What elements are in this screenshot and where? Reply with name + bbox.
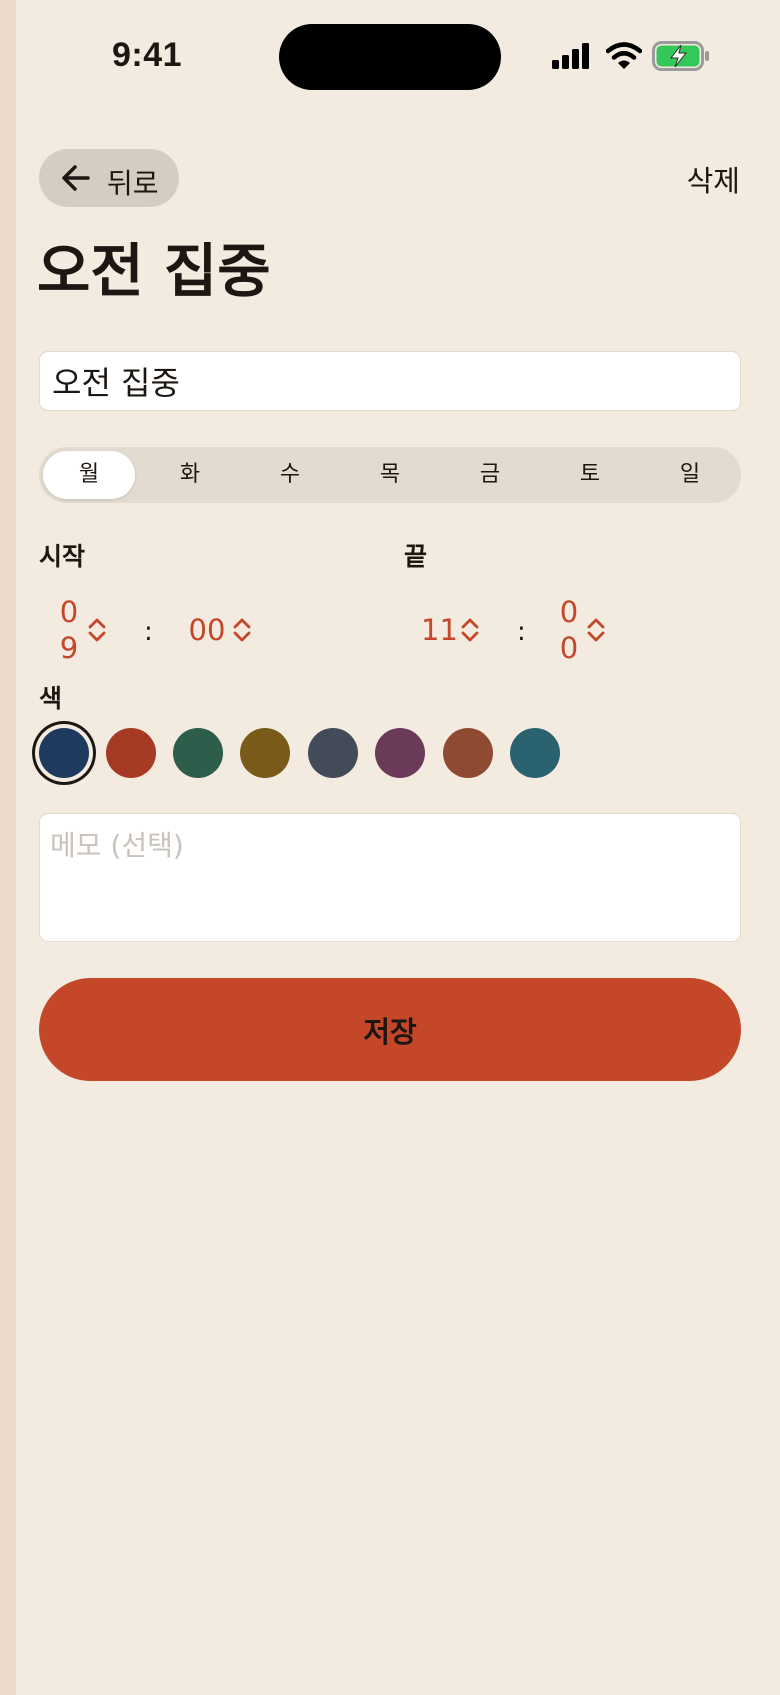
status-bar: 9:41 (0, 0, 780, 110)
color-label: 색 (39, 684, 63, 713)
color-swatch[interactable] (443, 728, 493, 778)
day-tab-wed[interactable]: 수 (244, 451, 336, 499)
color-swatch[interactable] (173, 728, 223, 778)
delete-button[interactable]: 삭제 (687, 158, 740, 200)
save-button[interactable]: 저장 (39, 978, 741, 1081)
day-tab-tue[interactable]: 화 (144, 451, 236, 499)
wifi-icon (606, 42, 642, 69)
day-tab-fri[interactable]: 금 (444, 451, 536, 499)
day-tab-thu[interactable]: 목 (344, 451, 436, 499)
day-selector: 월 화 수 목 금 토 일 (39, 447, 741, 503)
back-label: 뒤로 (107, 168, 159, 199)
chevron-up-down-icon[interactable] (232, 617, 252, 643)
start-hour-digit-bottom: 9 (59, 631, 79, 665)
signal-icon (552, 43, 589, 69)
status-time: 9:41 (112, 36, 183, 74)
battery-charging-icon (652, 41, 709, 71)
start-time-separator: : (144, 617, 153, 647)
chevron-up-down-icon[interactable] (460, 617, 480, 643)
routine-name-input[interactable] (39, 351, 741, 411)
day-tab-sun[interactable]: 일 (644, 451, 736, 499)
arrow-left-icon (62, 165, 90, 191)
chevron-up-down-icon[interactable] (87, 617, 107, 643)
end-time-label: 끝 (404, 542, 428, 571)
end-time-separator: : (517, 617, 526, 647)
end-minute-digit-top: 0 (559, 595, 579, 629)
dynamic-island (279, 24, 501, 90)
color-swatch[interactable] (106, 728, 156, 778)
end-hour-digit: 11 (421, 613, 458, 647)
back-button[interactable]: 뒤로 (39, 149, 179, 207)
color-swatch[interactable] (240, 728, 290, 778)
chevron-up-down-icon[interactable] (586, 617, 606, 643)
day-tab-sat[interactable]: 토 (544, 451, 636, 499)
color-swatch[interactable] (39, 728, 89, 778)
color-swatch[interactable] (510, 728, 560, 778)
start-hour-digit-top: 0 (59, 595, 79, 629)
color-swatch[interactable] (375, 728, 425, 778)
left-edge-strip (0, 0, 16, 1695)
end-minute-digit-bottom: 0 (559, 631, 579, 665)
start-minute-digit: 00 (188, 613, 226, 647)
day-tab-mon[interactable]: 월 (43, 451, 135, 499)
color-swatch[interactable] (308, 728, 358, 778)
page-title: 오전 집중 (37, 237, 271, 305)
start-time-label: 시작 (39, 542, 86, 571)
memo-input[interactable] (39, 813, 741, 942)
